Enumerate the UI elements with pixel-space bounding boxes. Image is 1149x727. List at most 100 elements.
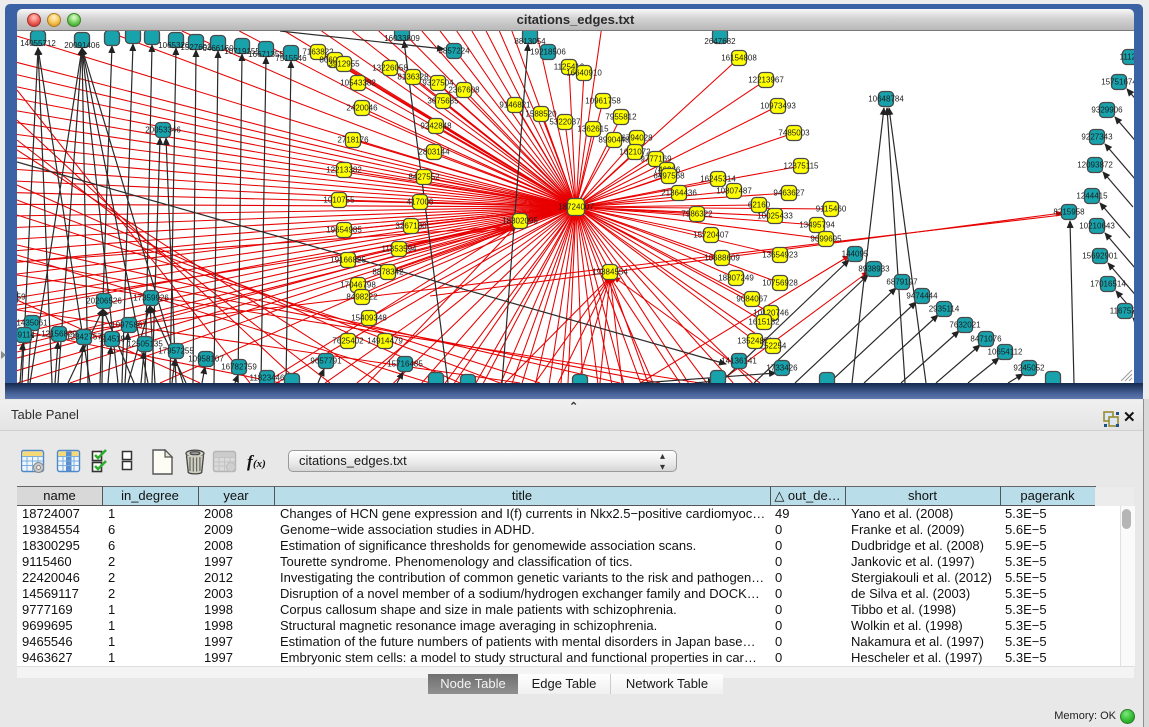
svg-text:1362615: 1362615 <box>577 125 609 134</box>
svg-text:17046798: 17046798 <box>340 281 376 290</box>
svg-text:17359926: 17359926 <box>133 294 169 303</box>
svg-text:8813054: 8813054 <box>514 37 546 46</box>
svg-text:1244415: 1244415 <box>1076 192 1108 201</box>
svg-text:19166825: 19166825 <box>330 256 366 265</box>
svg-text:14914479: 14914479 <box>367 337 403 346</box>
svg-text:12375115: 12375115 <box>784 162 820 171</box>
svg-text:11123: 11123 <box>1119 53 1134 62</box>
svg-text:9115460: 9115460 <box>816 205 847 214</box>
svg-text:3675685: 3675685 <box>427 97 459 106</box>
svg-text:2626659: 2626659 <box>17 293 26 302</box>
svg-text:20091406: 20091406 <box>64 41 100 50</box>
svg-text:15692901: 15692901 <box>1082 252 1118 261</box>
svg-text:18724007: 18724007 <box>558 203 594 212</box>
svg-text:8215958: 8215958 <box>1053 208 1085 217</box>
svg-text:2718176: 2718176 <box>337 136 369 145</box>
svg-text:9146821: 9146821 <box>499 101 531 110</box>
svg-text:20206526: 20206526 <box>86 297 122 306</box>
svg-text:11353594: 11353594 <box>382 245 418 254</box>
svg-text:13226058: 13226058 <box>372 64 408 73</box>
svg-text:62160: 62160 <box>748 201 771 210</box>
svg-text:10958107: 10958107 <box>188 355 224 364</box>
svg-text:10654112: 10654112 <box>988 348 1024 357</box>
svg-text:9242848: 9242848 <box>420 122 452 131</box>
svg-text:11823446: 11823446 <box>250 374 286 383</box>
svg-text:7485003: 7485003 <box>778 129 810 138</box>
svg-text:10025433: 10025433 <box>757 212 793 221</box>
svg-text:144095: 144095 <box>842 250 869 259</box>
svg-text:9699695: 9699695 <box>810 235 842 244</box>
svg-text:7632021: 7632021 <box>949 321 981 330</box>
svg-text:19218506: 19218506 <box>530 48 566 57</box>
svg-text:9245052: 9245052 <box>1013 364 1045 373</box>
svg-text:6794028: 6794028 <box>621 134 653 143</box>
svg-text:6497568: 6497568 <box>653 172 685 181</box>
svg-text:10210643: 10210643 <box>1079 222 1115 231</box>
svg-text:10807487: 10807487 <box>716 187 752 196</box>
svg-text:15720407: 15720407 <box>693 231 729 240</box>
svg-text:3857224: 3857224 <box>438 47 470 56</box>
svg-text:9463627: 9463627 <box>773 189 805 198</box>
svg-text:14136141: 14136141 <box>721 357 757 366</box>
svg-text:15751674: 15751674 <box>1101 78 1134 87</box>
svg-text:10756928: 10756928 <box>762 279 798 288</box>
svg-text:14055712: 14055712 <box>20 39 56 48</box>
svg-text:2935114: 2935114 <box>929 305 960 314</box>
svg-text:1615132: 1615132 <box>748 318 780 327</box>
svg-text:12213382: 12213382 <box>326 166 362 175</box>
svg-text:10975867: 10975867 <box>111 321 147 330</box>
svg-text:252254: 252254 <box>760 342 787 351</box>
svg-text:10543382: 10543382 <box>340 79 376 88</box>
svg-text:9329906: 9329906 <box>1091 106 1123 115</box>
svg-text:9474444: 9474444 <box>906 292 938 301</box>
svg-text:1010755: 1010755 <box>323 196 355 205</box>
svg-text:39114: 39114 <box>17 331 35 340</box>
svg-text:16033809: 16033809 <box>384 34 420 43</box>
svg-text:8498222: 8498222 <box>346 293 378 302</box>
svg-text:3912955: 3912955 <box>328 60 360 69</box>
svg-text:13495794: 13495794 <box>799 221 835 230</box>
svg-text:1733426: 1733426 <box>766 364 798 373</box>
svg-text:8471076: 8471076 <box>970 335 1002 344</box>
svg-text:20053346: 20053346 <box>145 126 181 135</box>
svg-text:13654923: 13654923 <box>762 251 798 260</box>
svg-text:3267130: 3267130 <box>395 222 427 231</box>
svg-text:10961758: 10961758 <box>585 97 621 106</box>
svg-text:10688609: 10688609 <box>704 254 740 263</box>
svg-text:7625402: 7625402 <box>332 337 364 346</box>
svg-text:16782759: 16782759 <box>221 363 257 372</box>
svg-text:7986322: 7986322 <box>681 210 713 219</box>
svg-text:(x): (x) <box>253 458 266 470</box>
svg-text:1167534: 1167534 <box>1110 307 1134 316</box>
svg-text:8427552: 8427552 <box>408 173 440 182</box>
svg-text:8878342: 8878342 <box>372 268 404 277</box>
svg-text:2647682: 2647682 <box>704 37 736 46</box>
svg-text:10648784: 10648784 <box>868 95 904 104</box>
svg-text:417006: 417006 <box>407 198 434 207</box>
svg-text:19654985: 19654985 <box>326 226 362 235</box>
svg-text:2420046: 2420046 <box>346 104 378 113</box>
svg-text:2803144: 2803144 <box>418 148 450 157</box>
svg-text:10973493: 10973493 <box>760 102 796 111</box>
svg-text:15716485: 15716485 <box>387 360 423 369</box>
svg-text:16640910: 16640910 <box>566 69 602 78</box>
svg-text:7955812: 7955812 <box>605 113 637 122</box>
svg-text:114519: 114519 <box>99 335 126 344</box>
svg-text:9227343: 9227343 <box>1081 133 1113 142</box>
svg-text:18807249: 18807249 <box>718 274 754 283</box>
svg-text:1435061: 1435061 <box>17 319 48 328</box>
svg-text:17016514: 17016514 <box>1090 280 1126 289</box>
svg-text:2367608: 2367608 <box>448 86 480 95</box>
svg-text:18302095: 18302095 <box>502 217 538 226</box>
svg-text:16154808: 16154808 <box>721 54 757 63</box>
svg-text:19384554: 19384554 <box>592 268 628 277</box>
svg-text:5322037: 5322037 <box>549 118 581 127</box>
svg-text:9657791: 9657791 <box>310 357 342 366</box>
svg-text:15409348: 15409348 <box>351 314 387 323</box>
svg-text:12342757: 12342757 <box>66 333 102 342</box>
svg-text:16245314: 16245314 <box>700 175 736 184</box>
svg-text:12093872: 12093872 <box>1077 161 1113 170</box>
svg-text:8938933: 8938933 <box>858 265 890 274</box>
svg-text:21364436: 21364436 <box>661 189 697 198</box>
svg-text:9084067: 9084067 <box>736 295 768 304</box>
